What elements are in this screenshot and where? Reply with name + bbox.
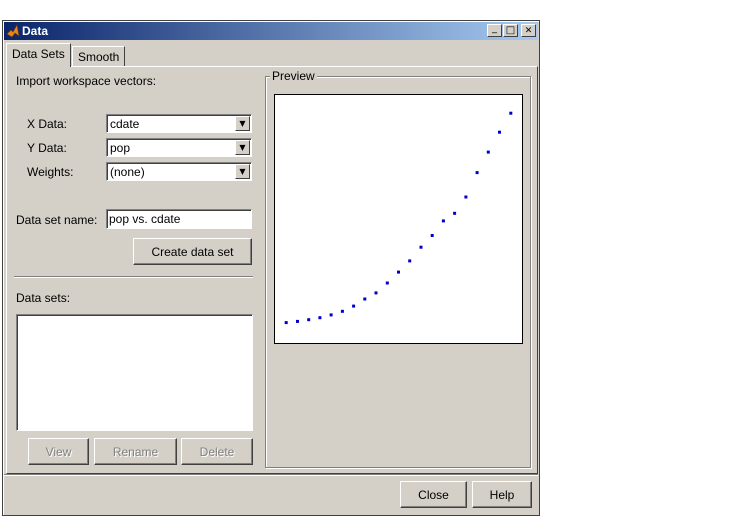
help-button[interactable]: Help: [472, 481, 532, 508]
maximize-icon: □: [505, 24, 516, 36]
scatter-point: [453, 211, 457, 215]
scatter-point: [486, 150, 490, 154]
section-divider: [14, 276, 253, 278]
x-data-label: X Data:: [27, 117, 68, 131]
dataset-name-input[interactable]: [106, 209, 252, 229]
preview-plot: [274, 94, 523, 344]
chevron-down-icon[interactable]: ▼: [235, 164, 250, 179]
scatter-point: [408, 259, 412, 263]
scatter-point: [296, 319, 299, 323]
minimize-button[interactable]: _: [487, 22, 502, 37]
scatter-point: [498, 130, 501, 134]
scatter-point: [397, 270, 400, 274]
window-title: Data: [22, 24, 49, 38]
scatter-point: [318, 316, 322, 320]
close-icon: ✕: [524, 25, 533, 36]
scatter-point: [329, 313, 333, 317]
scatter-point: [352, 304, 356, 308]
scatter-point: [464, 195, 468, 199]
dataset-name-label: Data set name:: [16, 213, 98, 227]
footer-divider: [4, 474, 538, 476]
import-heading: Import workspace vectors:: [16, 74, 157, 88]
view-button[interactable]: View: [28, 438, 89, 465]
close-window-button[interactable]: ✕: [521, 24, 536, 37]
chevron-down-icon[interactable]: ▼: [235, 116, 250, 131]
scatter-point: [509, 111, 513, 115]
scatter-point: [307, 318, 311, 322]
chevron-down-icon[interactable]: ▼: [235, 140, 250, 155]
weights-select[interactable]: (none) ▼: [106, 162, 252, 181]
delete-button[interactable]: Delete: [181, 438, 253, 465]
weights-value: (none): [110, 165, 145, 179]
weights-label: Weights:: [27, 165, 74, 179]
tab-label: Data Sets: [12, 47, 65, 61]
maximize-button[interactable]: □: [503, 24, 518, 37]
scatter-point: [374, 291, 378, 295]
scatter-point: [363, 297, 367, 301]
y-data-value: pop: [110, 141, 131, 155]
close-button[interactable]: Close: [400, 481, 467, 508]
scatter-point: [340, 309, 344, 313]
scatter-point: [475, 171, 479, 175]
create-dataset-button[interactable]: Create data set: [133, 238, 252, 265]
y-data-label: Y Data:: [27, 141, 67, 155]
scatter-point: [419, 245, 423, 249]
scatter-point: [430, 234, 434, 237]
matlab-icon: [6, 24, 20, 38]
tab-smooth[interactable]: Smooth: [72, 46, 125, 66]
minimize-icon: _: [492, 22, 497, 34]
y-data-select[interactable]: pop ▼: [106, 138, 252, 157]
tab-label: Smooth: [78, 50, 120, 64]
rename-button[interactable]: Rename: [94, 438, 177, 465]
preview-heading: Preview: [270, 69, 317, 83]
tab-data-sets[interactable]: Data Sets: [6, 43, 71, 67]
scatter-point: [441, 219, 445, 223]
scatter-point: [385, 281, 389, 285]
x-data-select[interactable]: cdate ▼: [106, 114, 252, 133]
title-bar[interactable]: [4, 22, 538, 40]
preview-scatter: [284, 111, 513, 325]
x-data-value: cdate: [110, 117, 140, 131]
datasets-list[interactable]: [16, 314, 253, 431]
scatter-point: [284, 321, 288, 325]
datasets-heading: Data sets:: [16, 291, 71, 305]
